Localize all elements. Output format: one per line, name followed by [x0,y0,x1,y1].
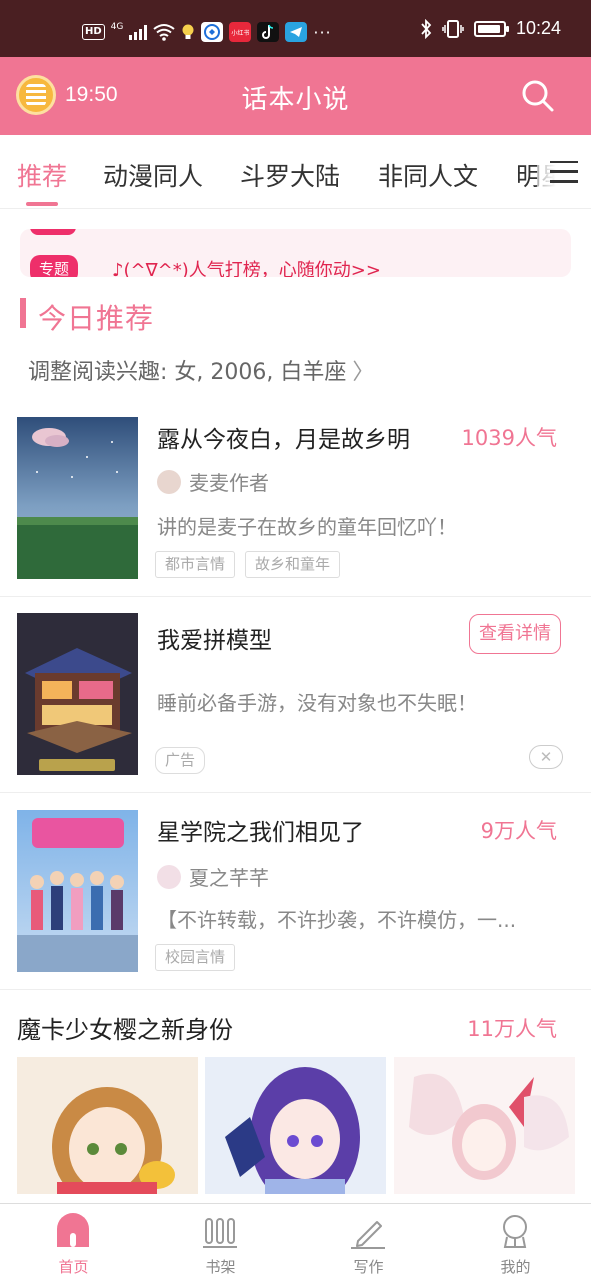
section-accent-bar [20,298,26,328]
battery-icon [473,20,509,37]
close-ad-button[interactable]: ✕ [529,745,563,769]
bulb-icon [182,24,194,39]
book-title[interactable]: 星学院之我们相见了 [157,813,364,847]
featured-book-title[interactable]: 魔卡少女樱之新身份 [17,1010,233,1045]
book-tag[interactable]: 校园言情 [155,944,236,971]
book-card[interactable]: 星学院之我们相见了 9万人气 夏之芊芊 【不许转载，不许抄袭，不许模仿，一...… [0,793,591,990]
search-icon[interactable] [521,79,555,113]
banner-text: ♪(^∇^*)人气打榜，心随你动>> [112,260,381,277]
app-title: 话本小说 [241,85,350,115]
nav-label: 我的 [500,1258,531,1276]
featured-image-3[interactable] [394,1057,575,1194]
nav-bookshelf[interactable]: 书架 [147,1204,294,1280]
ad-image[interactable] [17,613,138,775]
tab-anime-fanfic[interactable]: 动漫同人 [103,157,203,193]
more-notifications-icon: ··· [313,22,332,42]
book-author: 夏之芊芊 [189,866,269,890]
book-tag[interactable]: 都市言情 [155,551,236,578]
book-author-row[interactable]: 夏之芊芊 [157,862,269,891]
signal-icon [129,24,148,40]
book-tags: 校园言情 [155,944,236,971]
featured-book-popularity: 11万人气 [467,1017,557,1041]
topic-banner[interactable]: 专题 ♪(^∇^*)人气打榜，心随你动>> [20,229,571,277]
tiktok-icon [257,22,280,42]
chevron-right-icon: 〉 [352,360,375,385]
nav-label: 写作 [353,1258,384,1276]
ad-label: 广告 [155,747,206,774]
book-popularity: 9万人气 [480,819,557,843]
author-avatar [157,469,181,494]
wifi-icon [153,24,175,41]
tab-menu-button[interactable] [537,135,591,208]
featured-image-2[interactable] [205,1057,386,1194]
bottom-navigation: 首页 书架 写作 我的 [0,1203,591,1280]
status-bar: HD 4G 小红书 ··· 10:24 [0,0,591,57]
hd-badge: HD [82,24,105,40]
topic-tag: 专题 [30,255,79,277]
home-icon [57,1213,89,1247]
reading-interest-link[interactable]: 调整阅读兴趣: 女, 2006, 白羊座〉 [28,354,374,386]
category-tabs: 推荐 动漫同人 斗罗大陆 非同人文 明星 [0,135,591,209]
nav-profile[interactable]: 我的 [442,1204,589,1280]
ad-card[interactable]: 我爱拼模型 查看详情 睡前必备手游，没有对象也不失眠！ 广告 ✕ [0,597,591,793]
ad-title[interactable]: 我爱拼模型 [157,621,272,655]
app-header: 19:50 话本小说 [0,57,591,135]
status-icons-left: HD 4G 小红书 ··· [82,22,332,42]
profile-icon [503,1215,527,1248]
nav-write[interactable]: 写作 [295,1204,442,1280]
ad-tags: 广告 [155,747,206,774]
clock: 10:24 [515,18,561,38]
hamburger-menu-icon [550,160,578,183]
xiaohongshu-icon: 小红书 [229,22,252,42]
tab-original-fiction[interactable]: 非同人文 [378,157,478,193]
book-description: 【不许转载，不许抄袭，不许模仿，一... [157,908,517,932]
pen-icon [351,1221,385,1249]
view-details-button[interactable]: 查看详情 [469,614,561,654]
book-author: 麦麦作者 [189,471,269,495]
book-tags: 都市言情 故乡和童年 [155,551,341,578]
active-tab-indicator [26,202,58,206]
nav-home[interactable]: 首页 [0,1204,147,1280]
banner-previous-tag [30,229,76,235]
app-notification-icon [201,22,224,42]
reading-interest-text: 调整阅读兴趣: 女, 2006, 白羊座 [28,360,347,385]
nav-label: 书架 [205,1258,236,1276]
book-title[interactable]: 露从今夜白，月是故乡明 [157,420,410,454]
telegram-icon [285,22,308,42]
book-cover[interactable] [17,810,138,972]
network-type: 4G [110,22,124,32]
book-popularity: 1039人气 [461,426,557,450]
tab-recommend[interactable]: 推荐 [17,157,67,193]
book-cover[interactable] [17,417,138,579]
book-tag[interactable]: 故乡和童年 [245,551,341,578]
bookshelf-icon [203,1218,237,1248]
book-description: 讲的是麦子在故乡的童年回忆吖！ [157,515,457,539]
ad-description: 睡前必备手游，没有对象也不失眠！ [157,691,477,715]
bluetooth-icon [421,18,432,39]
section-title: 今日推荐 [38,302,155,335]
author-avatar [157,864,181,889]
featured-image-1[interactable] [17,1057,198,1194]
status-icons-right: 10:24 [420,18,561,39]
book-author-row[interactable]: 麦麦作者 [157,467,269,496]
book-card[interactable]: 露从今夜白，月是故乡明 1039人气 麦麦作者 讲的是麦子在故乡的童年回忆吖！ … [0,400,591,597]
tab-douluo-dalu[interactable]: 斗罗大陆 [240,157,340,193]
vibrate-icon [442,19,464,38]
nav-label: 首页 [58,1258,89,1276]
